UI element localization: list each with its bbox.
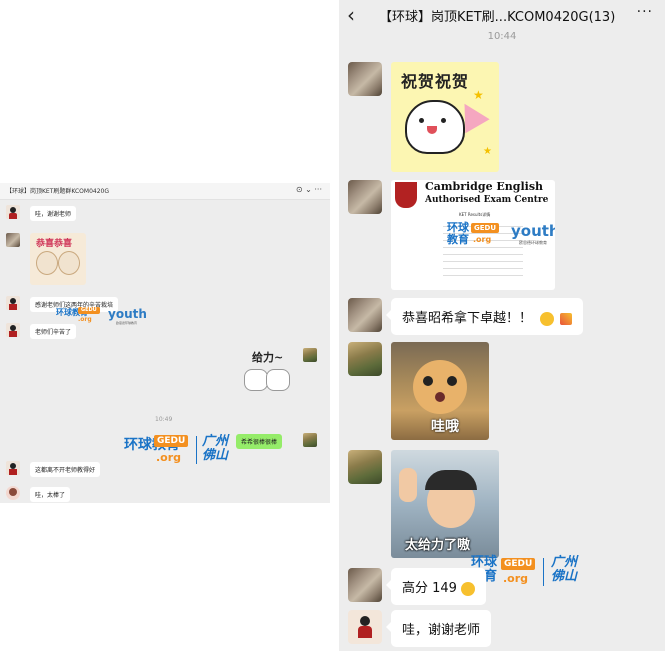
avatar[interactable] — [6, 486, 20, 500]
avatar[interactable] — [6, 233, 20, 247]
gedu-guangzhou-logo: 环球 教育 GEDU .org 广州 佛山 — [471, 555, 578, 586]
avatar[interactable] — [348, 450, 382, 484]
avatar[interactable] — [6, 323, 20, 337]
avatar[interactable] — [6, 205, 20, 219]
phone-chat-screenshot: ‹ 【环球】岗顶KET刷...KCOM0420G(13) ··· 10:44 祝… — [339, 0, 665, 651]
excited-emoji-icon — [540, 311, 555, 326]
sticker-text: 祝贺祝贺 — [401, 72, 470, 91]
avatar[interactable] — [348, 62, 382, 96]
avatar[interactable] — [348, 610, 382, 644]
chat-navbar: ‹ 【环球】岗顶KET刷...KCOM0420G(13) ··· — [339, 0, 665, 30]
avatar[interactable] — [348, 568, 382, 602]
avatar[interactable] — [348, 342, 382, 376]
cheer-sticker: 给力~ — [238, 347, 296, 399]
chat-title: 【环球】岗顶KET刷...KCOM0420G(13) — [379, 10, 616, 25]
avatar[interactable] — [6, 461, 20, 475]
gedu-guangzhou-logo: 环球教育 GEDU .org 广州佛山 — [124, 434, 229, 464]
chat-bubble: 恭喜昭希拿下卓越！！ — [385, 298, 584, 335]
timestamp: 10:49 — [155, 416, 173, 423]
ket-results-image: Cambridge English Authorised Exam Centre… — [391, 180, 555, 290]
avatar[interactable] — [348, 298, 382, 332]
congrats-sticker: 恭喜恭喜 — [30, 233, 86, 285]
avatar[interactable] — [6, 296, 20, 310]
chat-bubble: 哇，谢谢老师 — [30, 206, 77, 221]
party-popper-icon — [560, 312, 573, 325]
small-chat-header-icons[interactable]: ⊙ ⌄ ··· — [296, 185, 322, 194]
back-chevron-icon[interactable]: ‹ — [347, 3, 355, 27]
timestamp: 10:44 — [487, 31, 517, 42]
self-avatar[interactable] — [303, 433, 317, 447]
chat-bubble: 这都离不开老师教得好 — [30, 462, 101, 477]
self-avatar[interactable] — [303, 348, 317, 362]
chat-bubble: 哇，谢谢老师 — [385, 610, 492, 647]
congrats-bear-sticker: 祝贺祝贺 ★ ★ — [391, 62, 499, 172]
cambridge-crest-icon — [395, 182, 417, 208]
chat-bubble: 老师们辛苦了 — [30, 324, 77, 339]
small-chat-title: 【环球】岗顶KET刷题群KCOM0420G — [6, 188, 110, 195]
avatar[interactable] — [348, 180, 382, 214]
shy-emoji-icon — [461, 581, 476, 596]
more-options-icon[interactable]: ··· — [637, 4, 653, 20]
chat-bubble: 哇，太棒了 — [30, 487, 71, 502]
gedu-youth-logo: 环球 教育 GEDU .org youth 欧思德环球教育 — [447, 221, 555, 246]
small-chat-header: 【环球】岗顶KET刷题群KCOM0420G ⊙ ⌄ ··· — [0, 183, 330, 200]
cat-meme-sticker: 哇哦 — [391, 342, 489, 440]
thumbs-up-kid-sticker: 太给力了嗷 — [391, 450, 499, 558]
chat-bubble: 高分 149 — [385, 568, 487, 605]
sticker-text: 恭喜恭喜 — [36, 239, 73, 249]
